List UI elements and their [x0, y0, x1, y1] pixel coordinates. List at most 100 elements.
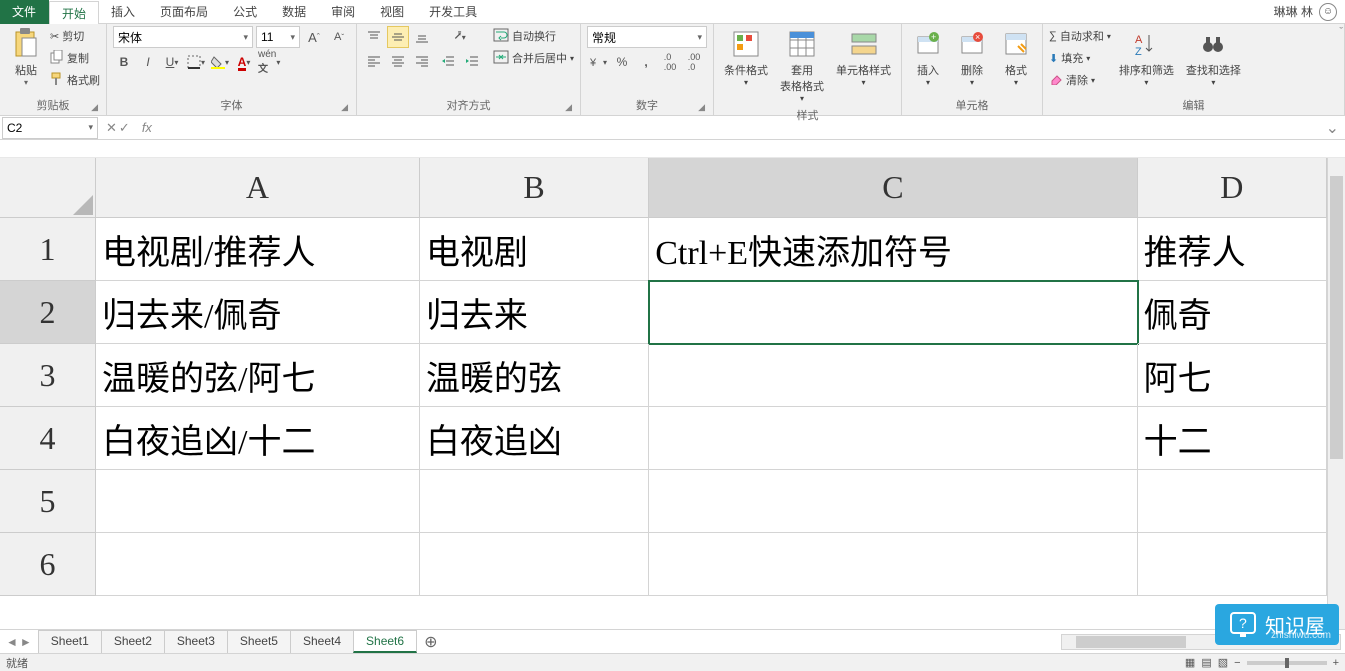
row-header[interactable]: 4 [0, 407, 96, 470]
cut-button[interactable]: ✂剪切 [50, 26, 100, 46]
font-size-combo[interactable]: 11▾ [256, 26, 300, 48]
align-top-button[interactable] [363, 26, 385, 48]
cell-styles-button[interactable]: 单元格样式▾ [832, 26, 895, 89]
enter-formula-button[interactable]: ✓ [119, 120, 130, 136]
cell[interactable]: 归去来/佩奇 [96, 281, 420, 344]
copy-button[interactable]: 复制 [50, 48, 100, 68]
expand-formula-button[interactable]: ⌄ [1320, 118, 1345, 138]
orientation-button[interactable]: ⭷▾ [437, 26, 483, 48]
cell[interactable]: 阿七 [1138, 344, 1327, 407]
cell[interactable] [649, 281, 1137, 344]
row-header[interactable]: 6 [0, 533, 96, 596]
align-right-button[interactable] [411, 50, 433, 72]
cell[interactable]: 推荐人 [1138, 218, 1327, 281]
tab-视图[interactable]: 视图 [368, 0, 417, 24]
cell[interactable] [649, 344, 1137, 407]
cell[interactable] [420, 470, 649, 533]
dialog-launcher-icon[interactable]: ◢ [698, 102, 705, 113]
vertical-scrollbar[interactable] [1327, 158, 1345, 629]
cell[interactable] [420, 533, 649, 596]
increase-decimal-button[interactable]: .0.00 [659, 51, 681, 73]
zoom-in-button[interactable]: + [1333, 657, 1339, 669]
align-left-button[interactable] [363, 50, 385, 72]
cell[interactable] [649, 470, 1137, 533]
cell[interactable] [1138, 533, 1327, 596]
cell[interactable]: 十二 [1138, 407, 1327, 470]
delete-cells-button[interactable]: ×删除▾ [952, 26, 992, 89]
view-page-button[interactable]: ▤ [1201, 656, 1211, 669]
zoom-slider[interactable] [1247, 661, 1327, 665]
fill-color-button[interactable]: ▾ [209, 51, 231, 73]
sheet-nav-prev[interactable]: ◄ [6, 635, 18, 649]
view-break-button[interactable]: ▧ [1218, 656, 1228, 669]
cell[interactable]: 电视剧/推荐人 [96, 218, 420, 281]
sort-filter-button[interactable]: AZ排序和筛选▾ [1115, 26, 1178, 89]
row-header[interactable]: 2 [0, 281, 96, 344]
cell[interactable]: 佩奇 [1138, 281, 1327, 344]
tab-公式[interactable]: 公式 [221, 0, 270, 24]
comma-button[interactable]: , [635, 51, 657, 73]
view-normal-button[interactable]: ▦ [1185, 656, 1195, 669]
merge-center-button[interactable]: 合并后居中▾ [493, 48, 574, 68]
increase-font-button[interactable]: Aˆ [303, 26, 325, 48]
column-header[interactable]: B [420, 158, 649, 218]
name-box[interactable]: C2▾ [2, 117, 98, 139]
cell[interactable]: 温暖的弦/阿七 [96, 344, 420, 407]
tab-开始[interactable]: 开始 [49, 1, 99, 25]
sheet-tab[interactable]: Sheet6 [353, 630, 417, 653]
cell[interactable]: 归去来 [420, 281, 649, 344]
underline-button[interactable]: U▾ [161, 51, 183, 73]
tab-数据[interactable]: 数据 [270, 0, 319, 24]
sheet-tab[interactable]: Sheet3 [164, 630, 228, 653]
tab-审阅[interactable]: 审阅 [319, 0, 368, 24]
accounting-format-button[interactable]: ¥▾ [587, 51, 609, 73]
fill-button[interactable]: ⬇填充▾ [1049, 48, 1111, 68]
dialog-launcher-icon[interactable]: ◢ [91, 102, 98, 113]
tab-页面布局[interactable]: 页面布局 [148, 0, 221, 24]
sheet-tab[interactable]: Sheet4 [290, 630, 354, 653]
increase-indent-button[interactable] [461, 50, 483, 72]
row-header[interactable]: 5 [0, 470, 96, 533]
cell[interactable] [1138, 470, 1327, 533]
dialog-launcher-icon[interactable]: ◢ [565, 102, 572, 113]
collapse-ribbon-button[interactable]: ˇ [1339, 26, 1343, 38]
cell[interactable] [649, 533, 1137, 596]
column-header[interactable]: D [1138, 158, 1327, 218]
align-center-button[interactable] [387, 50, 409, 72]
cell[interactable]: Ctrl+E快速添加符号 [649, 218, 1137, 281]
number-format-combo[interactable]: 常规▾ [587, 26, 707, 48]
cell[interactable] [96, 533, 420, 596]
fx-icon[interactable]: fx [136, 120, 158, 135]
column-header[interactable]: C [649, 158, 1137, 218]
cell[interactable] [649, 407, 1137, 470]
border-button[interactable]: ▾ [185, 51, 207, 73]
format-painter-button[interactable]: 格式刷 [50, 70, 100, 90]
clear-button[interactable]: 清除▾ [1049, 70, 1111, 90]
wrap-text-button[interactable]: 自动换行 [493, 26, 574, 46]
new-sheet-button[interactable]: ⊕ [416, 632, 445, 652]
paste-button[interactable]: 粘贴 ▾ [6, 26, 46, 89]
tab-file[interactable]: 文件 [0, 0, 49, 24]
phonetic-button[interactable]: wén文▾ [257, 51, 281, 73]
autosum-button[interactable]: ∑自动求和▾ [1049, 26, 1111, 46]
font-color-button[interactable]: A▾ [233, 51, 255, 73]
select-all-corner[interactable] [0, 158, 96, 218]
format-cells-button[interactable]: 格式▾ [996, 26, 1036, 89]
decrease-font-button[interactable]: Aˇ [328, 26, 350, 48]
decrease-decimal-button[interactable]: .00.0 [683, 51, 705, 73]
user-account[interactable]: 琳琳 林 ☺ [1274, 3, 1345, 21]
cell[interactable]: 温暖的弦 [420, 344, 649, 407]
sheet-tab[interactable]: Sheet5 [227, 630, 291, 653]
tab-插入[interactable]: 插入 [99, 0, 148, 24]
zoom-out-button[interactable]: − [1234, 657, 1240, 669]
sheet-tab[interactable]: Sheet1 [38, 630, 102, 653]
bold-button[interactable]: B [113, 51, 135, 73]
tab-开发工具[interactable]: 开发工具 [417, 0, 490, 24]
cell[interactable]: 白夜追凶 [420, 407, 649, 470]
insert-cells-button[interactable]: +插入▾ [908, 26, 948, 89]
cell[interactable]: 电视剧 [420, 218, 649, 281]
format-as-table-button[interactable]: 套用 表格格式▾ [776, 26, 828, 105]
cell[interactable]: 白夜追凶/十二 [96, 407, 420, 470]
cell[interactable] [96, 470, 420, 533]
percent-button[interactable]: % [611, 51, 633, 73]
